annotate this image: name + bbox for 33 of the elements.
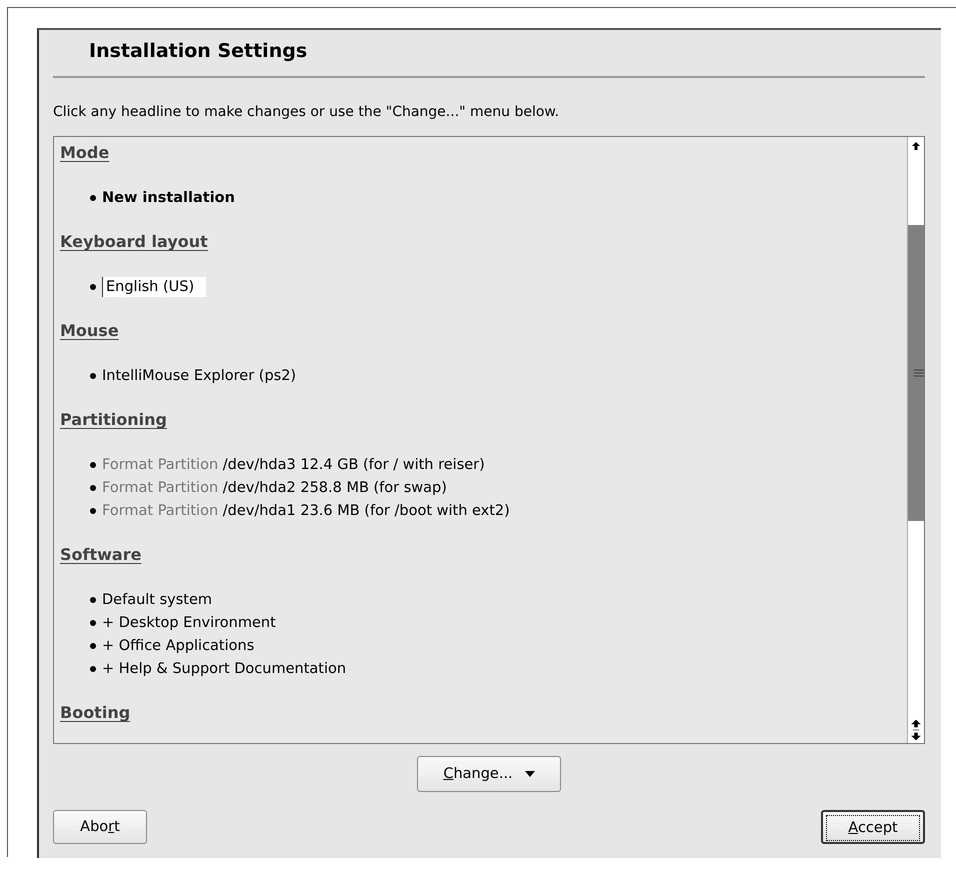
change-menu-button[interactable]: Change... <box>417 756 561 792</box>
item-text: IntelliMouse Explorer (ps2) <box>102 368 296 384</box>
section-headline-link[interactable]: Software <box>60 545 142 564</box>
item-text: New installation <box>102 190 235 206</box>
section-headline-link[interactable]: Booting <box>60 703 130 722</box>
item-text: Default system <box>102 592 212 608</box>
bullet-icon <box>90 508 96 514</box>
section-headline-link[interactable]: Mode <box>60 143 110 162</box>
section-headline-link[interactable]: Keyboard layout <box>60 232 208 251</box>
bullet-icon <box>90 666 96 672</box>
item-text: Format Partition /dev/hda1 23.6 MB (for /boot with ext2) <box>102 502 510 518</box>
section-headline-link[interactable]: Partitioning <box>60 410 167 429</box>
bullet-icon <box>90 194 96 200</box>
dialog-button[interactable]: Accept <box>821 810 925 844</box>
bullet-icon <box>90 596 96 602</box>
item-text: Format Partition /dev/hda2 258.8 MB (for swap) <box>102 480 447 496</box>
highlighted-item: English (US) <box>102 276 206 296</box>
bullet-icon <box>90 284 96 290</box>
item-text: + Desktop Environment <box>102 614 276 630</box>
section-headline-link[interactable]: Mouse <box>60 321 119 340</box>
item-text: + Office Applications <box>102 638 254 654</box>
instruction-text: Click any headline to make changes or use the "Change..." menu below. <box>53 104 560 120</box>
window-title: Installation Settings <box>88 40 308 64</box>
scroll-thumb[interactable] <box>908 225 924 521</box>
bullet-icon <box>90 484 96 490</box>
bullet-icon <box>90 642 96 648</box>
scrollbar[interactable] <box>907 137 924 743</box>
bullet-icon <box>90 620 96 626</box>
dialog-button[interactable]: Abort <box>53 810 147 844</box>
bullet-icon <box>90 372 96 378</box>
item-text: + Help & Support Documentation <box>102 660 346 676</box>
bullet-icon <box>90 462 96 468</box>
item-text: Format Partition /dev/hda3 12.4 GB (for / with reiser) <box>102 456 485 472</box>
